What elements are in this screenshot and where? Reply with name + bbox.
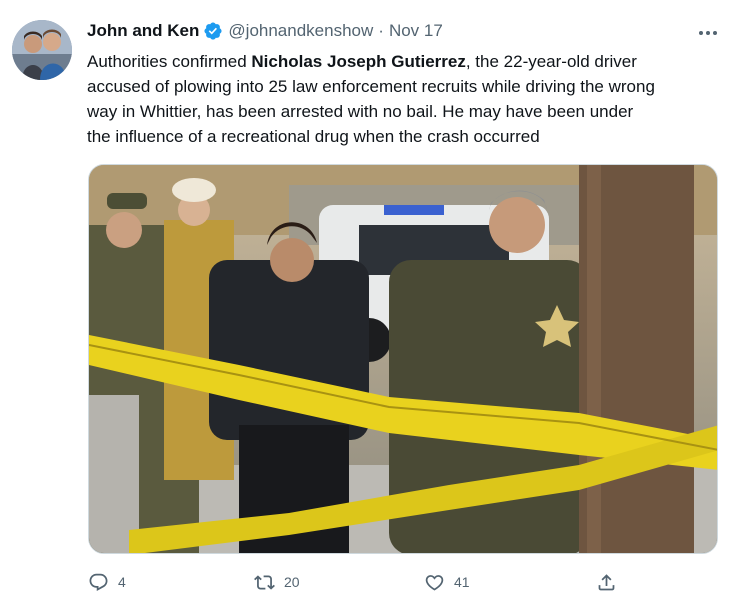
tweet-header: John and Ken @johnandkenshow · Nov 17 [87,20,443,42]
tweet-text-line: accused of plowing into 25 law enforceme… [87,77,655,96]
more-button[interactable] [695,22,721,44]
like-count: 41 [454,574,470,590]
author-name[interactable]: John and Ken [87,21,199,41]
tweet[interactable]: John and Ken @johnandkenshow · Nov 17 Au… [0,0,737,606]
retweet-count: 20 [284,574,300,590]
verified-badge-icon [203,21,223,41]
reply-icon [89,573,108,591]
tweet-text-line: the influence of a recreational drug whe… [87,127,540,146]
separator-dot: · [378,21,384,40]
reply-button[interactable]: 4 [88,570,126,594]
retweet-button[interactable]: 20 [254,570,300,594]
tweet-date[interactable]: Nov 17 [389,21,443,41]
tweet-text-line: Authorities confirmed Nicholas Joseph Gu… [87,52,637,71]
tweet-actions: 4 20 41 [88,570,628,594]
more-icon [699,31,703,35]
share-icon [598,573,615,590]
like-button[interactable]: 41 [424,570,470,594]
author-handle[interactable]: @johnandkenshow [228,21,373,41]
retweet-icon [254,574,275,590]
tweet-text: Authorities confirmed Nicholas Joseph Gu… [87,49,712,149]
reply-count: 4 [118,574,126,590]
avatar[interactable] [12,20,72,80]
tweet-photo[interactable] [88,164,718,554]
bold-name: Nicholas Joseph Gutierrez [251,52,466,71]
heart-icon [425,574,444,591]
tweet-text-line: way in Whittier, has been arrested with … [87,102,634,121]
share-button[interactable] [596,570,617,594]
